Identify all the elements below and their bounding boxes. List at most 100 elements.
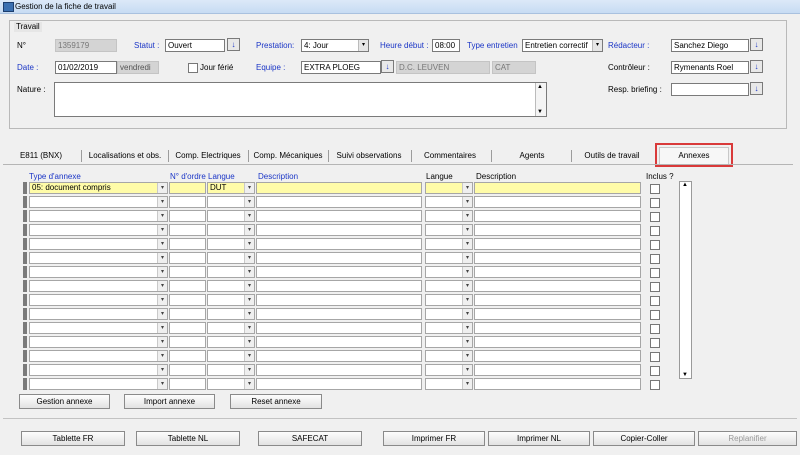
- row-indicator[interactable]: [23, 294, 27, 306]
- ordre-cell[interactable]: [169, 252, 206, 264]
- description-cell[interactable]: [256, 322, 422, 334]
- langue-cell[interactable]: ▾: [207, 350, 255, 362]
- description-cell[interactable]: [256, 308, 422, 320]
- row-indicator[interactable]: [23, 308, 27, 320]
- tab-suivi-observations[interactable]: Suivi observations: [330, 148, 408, 164]
- description-cell[interactable]: [256, 336, 422, 348]
- inclus-checkbox[interactable]: [650, 268, 660, 278]
- chevron-down-icon[interactable]: ▾: [157, 183, 167, 193]
- chevron-down-icon[interactable]: ▾: [592, 40, 602, 51]
- reset-annexe-button[interactable]: Reset annexe: [230, 394, 322, 409]
- inclus-checkbox[interactable]: [650, 296, 660, 306]
- langue-cell[interactable]: ▾: [207, 280, 255, 292]
- row-indicator[interactable]: [23, 238, 27, 250]
- inclus-checkbox[interactable]: [650, 380, 660, 390]
- inclus-checkbox[interactable]: [650, 226, 660, 236]
- chevron-down-icon[interactable]: ▾: [157, 197, 167, 207]
- ordre-cell[interactable]: [169, 350, 206, 362]
- inclus-checkbox[interactable]: [650, 282, 660, 292]
- row-indicator[interactable]: [23, 210, 27, 222]
- chevron-down-icon[interactable]: ▾: [157, 239, 167, 249]
- inclus-checkbox[interactable]: [650, 366, 660, 376]
- date-field[interactable]: 01/02/2019: [55, 61, 117, 74]
- redacteur-field[interactable]: Sanchez Diego: [671, 39, 749, 52]
- description-2-cell[interactable]: [474, 182, 641, 194]
- description-2-cell[interactable]: [474, 266, 641, 278]
- description-cell[interactable]: [256, 252, 422, 264]
- chevron-down-icon[interactable]: ▾: [157, 267, 167, 277]
- chevron-down-icon[interactable]: ▾: [462, 225, 472, 235]
- description-2-cell[interactable]: [474, 308, 641, 320]
- langue-cell[interactable]: ▾: [207, 336, 255, 348]
- description-2-cell[interactable]: [474, 280, 641, 292]
- inclus-checkbox[interactable]: [650, 212, 660, 222]
- type-annexe-cell[interactable]: ▾: [29, 322, 168, 334]
- langue-cell[interactable]: ▾: [207, 238, 255, 250]
- description-2-cell[interactable]: [474, 196, 641, 208]
- nature-scrollbar[interactable]: ▲ ▼: [535, 83, 546, 116]
- tab-agents[interactable]: Agents: [493, 148, 571, 164]
- langue-2-cell[interactable]: ▾: [425, 182, 473, 194]
- row-indicator[interactable]: [23, 252, 27, 264]
- copier-coller-button[interactable]: Copier-Coller: [593, 431, 695, 446]
- imprimer-fr-button[interactable]: Imprimer FR: [383, 431, 485, 446]
- ordre-cell[interactable]: [169, 322, 206, 334]
- langue-2-cell[interactable]: ▾: [425, 364, 473, 376]
- chevron-down-icon[interactable]: ▾: [462, 281, 472, 291]
- chevron-down-icon[interactable]: ▾: [358, 40, 368, 51]
- langue-2-cell[interactable]: ▾: [425, 210, 473, 222]
- chevron-down-icon[interactable]: ▾: [462, 253, 472, 263]
- chevron-down-icon[interactable]: ▾: [462, 267, 472, 277]
- scroll-up-icon[interactable]: ▲: [682, 182, 688, 188]
- inclus-checkbox[interactable]: [650, 338, 660, 348]
- chevron-down-icon[interactable]: ▾: [157, 351, 167, 361]
- chevron-down-icon[interactable]: ▾: [244, 267, 254, 277]
- statut-download-icon[interactable]: ↓: [227, 38, 240, 51]
- description-cell[interactable]: [256, 196, 422, 208]
- type-annexe-cell[interactable]: ▾: [29, 196, 168, 208]
- chevron-down-icon[interactable]: ▾: [157, 323, 167, 333]
- ordre-cell[interactable]: [169, 280, 206, 292]
- ordre-cell[interactable]: [169, 266, 206, 278]
- description-2-cell[interactable]: [474, 238, 641, 250]
- chevron-down-icon[interactable]: ▾: [244, 295, 254, 305]
- ordre-cell[interactable]: [169, 238, 206, 250]
- langue-cell[interactable]: DUT ▾: [207, 182, 255, 194]
- redacteur-download-icon[interactable]: ↓: [750, 38, 763, 51]
- ordre-cell[interactable]: [169, 308, 206, 320]
- description-2-cell[interactable]: [474, 378, 641, 390]
- type-annexe-cell[interactable]: ▾: [29, 294, 168, 306]
- tab-localisations[interactable]: Localisations et obs.: [83, 148, 167, 164]
- description-cell[interactable]: [256, 210, 422, 222]
- langue-cell[interactable]: ▾: [207, 252, 255, 264]
- nature-textarea[interactable]: ▲ ▼: [54, 82, 547, 117]
- chevron-down-icon[interactable]: ▾: [244, 183, 254, 193]
- tab-commentaires[interactable]: Commentaires: [413, 148, 487, 164]
- ordre-cell[interactable]: [169, 224, 206, 236]
- langue-cell[interactable]: ▾: [207, 266, 255, 278]
- langue-2-cell[interactable]: ▾: [425, 378, 473, 390]
- equipe-download-icon[interactable]: ↓: [381, 60, 394, 73]
- langue-cell[interactable]: ▾: [207, 364, 255, 376]
- type-annexe-cell[interactable]: ▾: [29, 364, 168, 376]
- langue-2-cell[interactable]: ▾: [425, 294, 473, 306]
- langue-2-cell[interactable]: ▾: [425, 350, 473, 362]
- import-annexe-button[interactable]: Import annexe: [124, 394, 215, 409]
- type-annexe-cell[interactable]: ▾: [29, 224, 168, 236]
- ordre-cell[interactable]: [169, 336, 206, 348]
- chevron-down-icon[interactable]: ▾: [157, 337, 167, 347]
- chevron-down-icon[interactable]: ▾: [244, 351, 254, 361]
- inclus-checkbox[interactable]: [650, 310, 660, 320]
- description-cell[interactable]: [256, 378, 422, 390]
- inclus-checkbox[interactable]: [650, 184, 660, 194]
- row-indicator[interactable]: [23, 224, 27, 236]
- chevron-down-icon[interactable]: ▾: [244, 337, 254, 347]
- langue-2-cell[interactable]: ▾: [425, 280, 473, 292]
- chevron-down-icon[interactable]: ▾: [244, 281, 254, 291]
- langue-2-cell[interactable]: ▾: [425, 252, 473, 264]
- type-annexe-cell[interactable]: ▾: [29, 266, 168, 278]
- langue-2-cell[interactable]: ▾: [425, 336, 473, 348]
- tab-outils-de-travail[interactable]: Outils de travail: [573, 148, 651, 164]
- ordre-cell[interactable]: [169, 364, 206, 376]
- description-cell[interactable]: [256, 280, 422, 292]
